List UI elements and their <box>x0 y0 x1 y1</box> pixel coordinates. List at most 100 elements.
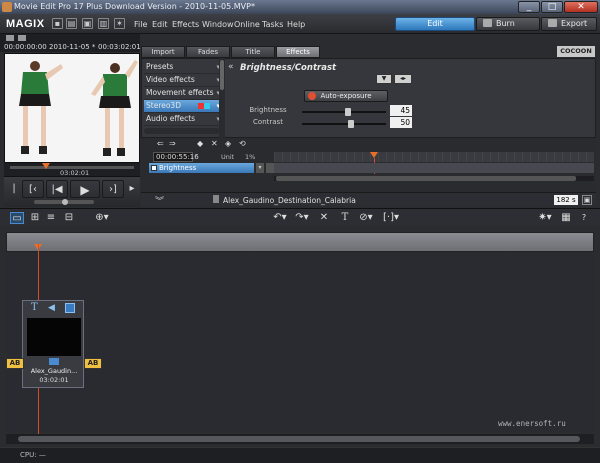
settings-icon[interactable]: ✷▾ <box>536 212 554 224</box>
mode-edit-button[interactable]: Edit <box>395 17 475 31</box>
delete-keyframe-icon[interactable]: ✕ <box>211 139 218 148</box>
slider-handle[interactable] <box>42 163 50 169</box>
transition-left[interactable]: AB <box>6 358 24 369</box>
dropdown-icon[interactable]: ▾ <box>256 163 264 173</box>
add-keyframe-icon[interactable]: ◆ <box>197 139 203 148</box>
menu-online[interactable]: Online <box>234 20 260 29</box>
effects-scrollbar[interactable] <box>219 58 225 138</box>
minimize-button[interactable]: _ <box>518 1 540 13</box>
split-icon[interactable]: [·]▾ <box>380 212 402 224</box>
effect-ruler[interactable] <box>274 152 594 162</box>
effect-scrollbar[interactable] <box>274 176 594 181</box>
menu-window[interactable]: Window <box>202 20 234 29</box>
menu-edit[interactable]: Edit <box>152 20 168 29</box>
time-current: 00:00:00:00 <box>4 43 47 51</box>
tab-title[interactable]: Title <box>231 46 275 58</box>
menu-help[interactable]: Help <box>287 20 305 29</box>
timeline-scrollbar[interactable] <box>6 434 594 444</box>
scroll-thumb[interactable] <box>276 176 576 181</box>
scroll-thumb[interactable] <box>18 436 580 442</box>
project-bar: ︾ Alex_Gaudino_Destination_Calabria 182 … <box>141 192 596 207</box>
redo-icon[interactable]: ↷▾ <box>294 212 310 224</box>
video-clip[interactable]: T ◀ Alex_Gaudin... 03:02:01 <box>22 300 84 388</box>
track-checkbox[interactable] <box>151 165 157 171</box>
timeline-ruler[interactable] <box>6 232 594 252</box>
title-icon[interactable]: T <box>338 212 352 224</box>
settings-icon[interactable]: ✶ <box>114 18 125 29</box>
effect-category-video[interactable]: Video effects▾ <box>144 74 222 87</box>
title-icon[interactable]: T <box>31 302 38 313</box>
mode-burn-button[interactable]: Burn <box>476 17 540 31</box>
storyboard-mode-icon[interactable]: ⊞ <box>28 212 42 224</box>
video-preview[interactable] <box>4 53 140 163</box>
track-options-icon[interactable] <box>266 163 274 173</box>
multicam-icon[interactable]: ⊟ <box>62 212 76 224</box>
effect-category-stereo3d[interactable]: Stereo3D▾ <box>144 100 222 113</box>
new-project-icon[interactable]: ▪ <box>52 18 63 29</box>
contrast-value[interactable]: 50 <box>390 117 412 128</box>
menu-file[interactable]: File <box>134 20 147 29</box>
undo-icon[interactable]: ↶▾ <box>272 212 288 224</box>
auto-exposure-button[interactable]: Auto-exposure <box>304 90 388 102</box>
mouse-mode-icon[interactable]: ⊕▾ <box>92 212 112 224</box>
reset-keyframe-icon[interactable]: ⟲ <box>239 139 246 148</box>
print-icon[interactable]: ▥ <box>98 18 109 29</box>
effect-track-brightness[interactable]: Brightness <box>149 163 254 173</box>
effects-icon[interactable] <box>65 303 75 313</box>
skip-back-icon[interactable]: |◀ <box>46 180 68 198</box>
dropdown-icon[interactable]: ▼ <box>376 74 392 84</box>
prev-keyframe-icon[interactable]: ⇐ <box>157 139 164 148</box>
collapse-icon[interactable]: « <box>228 62 234 72</box>
tab-effects[interactable]: Effects <box>276 46 320 58</box>
transition-right[interactable]: AB <box>84 358 102 369</box>
help-icon[interactable]: ? <box>578 212 590 224</box>
tab-import[interactable]: Import <box>141 46 185 58</box>
jog-handle[interactable] <box>62 199 68 205</box>
window-title: Movie Edit Pro 17 Plus Download Version … <box>14 2 255 11</box>
to-start-icon[interactable]: | <box>8 180 20 198</box>
delete-icon[interactable]: ✕ <box>318 212 330 224</box>
audio-icon[interactable]: ◀ <box>48 303 55 313</box>
param-label: Brightness <box>249 106 287 114</box>
mode-export-button[interactable]: Export <box>541 17 597 31</box>
close-button[interactable]: ✕ <box>564 1 598 13</box>
effect-category-audio[interactable]: Audio effects▾ <box>144 113 222 126</box>
prev-marker-icon[interactable]: [‹ <box>22 180 44 198</box>
scene-overview-icon[interactable]: ≡ <box>44 212 58 224</box>
watermark: www.enersoft.ru <box>498 419 566 428</box>
grid-icon[interactable]: ▦ <box>560 212 572 224</box>
menu-effects[interactable]: Effects <box>172 20 199 29</box>
play-icon[interactable]: ▶ <box>70 180 100 198</box>
expand-icon[interactable]: ◂▸ <box>394 74 412 84</box>
brightness-slider-thumb[interactable] <box>345 108 351 116</box>
to-end-icon[interactable]: ▸ <box>126 180 138 198</box>
menu-tasks[interactable]: Tasks <box>262 20 283 29</box>
contrast-slider-thumb[interactable] <box>348 120 354 128</box>
open-icon[interactable]: ▤ <box>66 18 77 29</box>
effect-category-movement[interactable]: Movement effects▾ <box>144 87 222 100</box>
timeline-mode-icon[interactable]: ▭ <box>10 212 24 224</box>
time-total: 00:03:02:01 <box>98 43 141 51</box>
timeline-toolbar: ▭ ⊞ ≡ ⊟ ⊕▾ ↶▾ ↷▾ ✕ T ⊘▾ [·]▾ ✷▾ ▦ ? <box>0 208 600 226</box>
effects-list-scrollbar[interactable] <box>144 128 220 134</box>
double-chevron-down-icon[interactable]: ︾ <box>155 194 164 207</box>
brightness-value[interactable]: 45 <box>390 105 412 116</box>
preview-slider[interactable]: 03:02:01 <box>4 163 140 177</box>
title-bar: Movie Edit Pro 17 Plus Download Version … <box>0 0 600 14</box>
effect-category-presets[interactable]: Presets▾ <box>144 61 222 74</box>
fullscreen-icon[interactable]: ▣ <box>582 195 592 205</box>
save-icon[interactable]: ▣ <box>82 18 93 29</box>
contrast-slider[interactable] <box>302 123 386 125</box>
effect-time[interactable]: 00:00:55:16 <box>153 152 199 162</box>
zoom-value[interactable]: 182 s <box>554 195 578 205</box>
scroll-thumb[interactable] <box>220 60 224 90</box>
timeline-track-area[interactable] <box>6 252 594 432</box>
marker-icon[interactable]: ⊘▾ <box>358 212 374 224</box>
tab-fades[interactable]: Fades <box>186 46 230 58</box>
next-keyframe-icon[interactable]: ⇒ <box>169 139 176 148</box>
effect-keyframe-lane[interactable] <box>274 163 594 173</box>
next-marker-icon[interactable]: ›] <box>102 180 124 198</box>
maximize-button[interactable]: □ <box>541 1 563 13</box>
copy-keyframe-icon[interactable]: ◈ <box>225 139 231 148</box>
brightness-slider[interactable] <box>302 111 386 113</box>
